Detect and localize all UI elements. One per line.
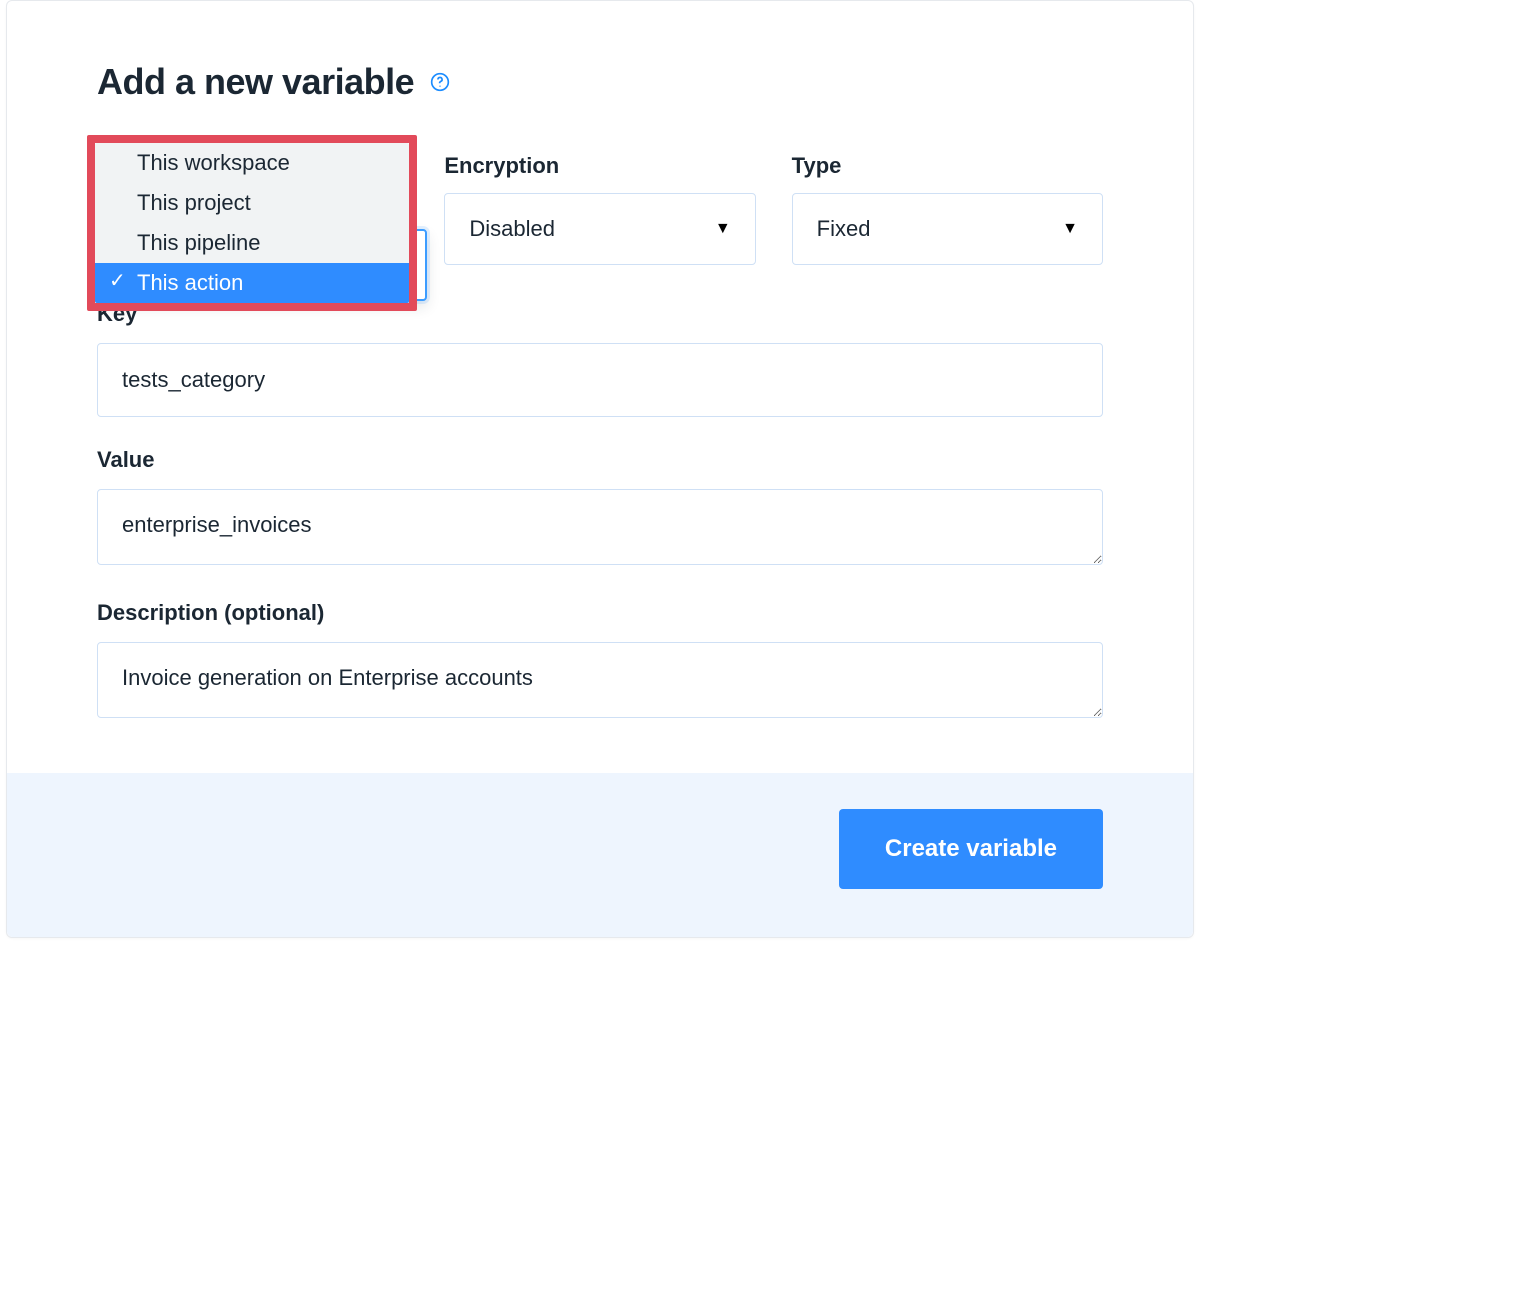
scope-option-project[interactable]: This project bbox=[95, 183, 409, 223]
scope-option-pipeline[interactable]: This pipeline bbox=[95, 223, 409, 263]
create-variable-button[interactable]: Create variable bbox=[839, 809, 1103, 889]
dialog-title: Add a new variable bbox=[97, 61, 414, 103]
type-label: Type bbox=[792, 153, 1103, 179]
caret-down-icon: ▼ bbox=[1062, 220, 1078, 238]
scope-option-action[interactable]: This action bbox=[95, 263, 409, 303]
description-input[interactable]: Invoice generation on Enterprise account… bbox=[97, 642, 1103, 718]
value-input[interactable]: enterprise_invoices bbox=[97, 489, 1103, 565]
caret-down-icon: ▼ bbox=[715, 220, 731, 238]
type-value: Fixed bbox=[817, 216, 871, 242]
key-input[interactable] bbox=[97, 343, 1103, 417]
add-variable-dialog: Add a new variable This workspace This p… bbox=[6, 0, 1194, 938]
help-icon[interactable] bbox=[430, 72, 450, 92]
encryption-label: Encryption bbox=[444, 153, 755, 179]
scope-dropdown: This workspace This project This pipelin… bbox=[95, 143, 409, 303]
description-label: Description (optional) bbox=[97, 600, 1103, 626]
dialog-footer: Create variable bbox=[7, 773, 1193, 937]
encryption-value: Disabled bbox=[469, 216, 555, 242]
scope-option-workspace[interactable]: This workspace bbox=[95, 143, 409, 183]
value-label: Value bbox=[97, 447, 1103, 473]
scope-dropdown-highlight: This workspace This project This pipelin… bbox=[87, 135, 417, 311]
encryption-select[interactable]: Disabled ▼ bbox=[444, 193, 755, 265]
type-select[interactable]: Fixed ▼ bbox=[792, 193, 1103, 265]
